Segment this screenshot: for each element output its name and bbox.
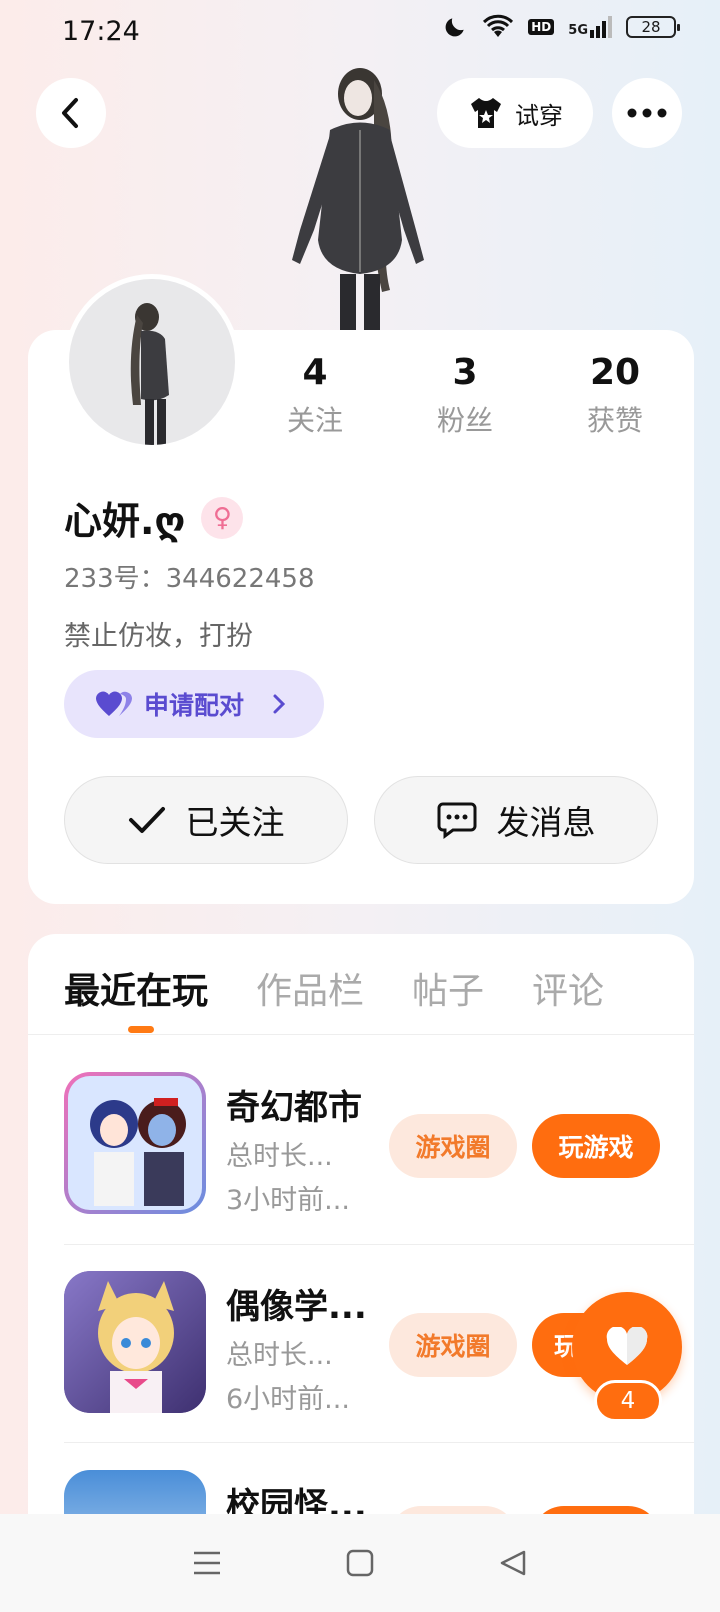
game-circle-button[interactable]: 游戏圈 <box>389 1313 517 1377</box>
tab-indicator <box>128 1026 154 1033</box>
stats-row: 4 关注 3 粉丝 20 获赞 <box>240 352 690 439</box>
heart-icon <box>606 1327 648 1365</box>
tab-works[interactable]: 作品栏 <box>256 962 364 1014</box>
tab-comments[interactable]: 评论 <box>532 962 604 1014</box>
divider <box>64 1442 694 1443</box>
stat-value: 3 <box>452 352 478 393</box>
game-duration: 总时长... <box>226 1340 333 1371</box>
game-icon <box>64 1072 206 1214</box>
avatar-figure <box>130 303 169 445</box>
system-nav-bar <box>0 1514 720 1612</box>
character-illustration <box>292 68 424 332</box>
avatar[interactable] <box>64 274 240 450</box>
game-last-played: 6小时前... <box>226 1384 350 1415</box>
signal-icon: 5G <box>568 16 612 38</box>
chat-bubble-icon <box>437 802 476 839</box>
user-id: 233号：344622458 <box>64 564 315 594</box>
hd-badge: HD <box>528 19 555 35</box>
follow-label: 已关注 <box>185 803 285 842</box>
shirt-icon <box>471 98 501 128</box>
stat-value: 4 <box>302 352 328 393</box>
tab-bar: 最近在玩 作品栏 帖子 评论 <box>64 962 604 1014</box>
status-icons: HD 5G 28 <box>442 14 680 40</box>
battery-icon: 28 <box>626 16 680 38</box>
like-count: 4 <box>594 1380 662 1422</box>
network-type: 5G <box>568 23 588 38</box>
game-last-played: 3小时前... <box>226 1185 350 1216</box>
stat-label: 获赞 <box>586 404 643 437</box>
pair-label: 申请配对 <box>144 691 245 720</box>
divider <box>64 1244 694 1245</box>
stat-followers[interactable]: 3 粉丝 <box>390 352 540 439</box>
game-name: 校园怪... <box>226 1486 367 1514</box>
wifi-icon <box>483 14 514 37</box>
female-icon: ♀ <box>201 496 244 539</box>
game-duration: 总时长... <box>226 1141 333 1172</box>
request-pair-button[interactable]: 申请配对 <box>64 670 324 738</box>
tab-recently-played[interactable]: 最近在玩 <box>64 962 208 1014</box>
game-circle-button[interactable] <box>389 1506 517 1514</box>
back-button[interactable] <box>36 78 106 148</box>
stat-following[interactable]: 4 关注 <box>240 352 390 439</box>
stat-value: 20 <box>589 352 641 393</box>
divider <box>28 1034 694 1035</box>
heart-icon <box>96 691 132 716</box>
more-dots-icon <box>627 108 667 118</box>
bio: 禁止仿妆，打扮 <box>64 621 253 652</box>
game-name: 奇幻都市 <box>226 1088 362 1128</box>
check-icon <box>128 807 165 833</box>
tab-posts[interactable]: 帖子 <box>412 962 484 1014</box>
status-bar: 17:24 HD 5G 28 <box>0 0 720 66</box>
game-row[interactable]: 校园怪... <box>64 1470 694 1514</box>
username: 心妍.ღ <box>64 499 186 543</box>
more-button[interactable] <box>612 78 682 148</box>
try-on-button[interactable]: 试穿 <box>437 78 593 148</box>
back-triangle-icon[interactable] <box>498 1548 528 1578</box>
chevron-right-icon <box>273 694 286 714</box>
username-row: 心妍.ღ ♀ <box>64 490 244 545</box>
game-row[interactable]: 奇幻都市 总时长... 3小时前... 游戏圈 玩游戏 <box>64 1072 694 1232</box>
send-message-button[interactable]: 发消息 <box>374 776 658 864</box>
chevron-left-icon <box>62 98 78 128</box>
moon-icon <box>445 18 464 37</box>
try-on-label: 试穿 <box>515 101 563 130</box>
game-icon <box>64 1470 206 1514</box>
play-game-button[interactable] <box>532 1506 660 1514</box>
message-label: 发消息 <box>496 803 596 842</box>
stat-label: 粉丝 <box>436 404 493 437</box>
menu-icon[interactable] <box>192 1549 222 1577</box>
game-name: 偶像学... <box>226 1287 367 1327</box>
status-time: 17:24 <box>62 16 140 47</box>
game-circle-button[interactable]: 游戏圈 <box>389 1114 517 1178</box>
stat-likes[interactable]: 20 获赞 <box>540 352 690 439</box>
stat-label: 关注 <box>286 404 343 437</box>
followed-button[interactable]: 已关注 <box>64 776 348 864</box>
home-icon[interactable] <box>345 1548 375 1578</box>
game-icon <box>64 1271 206 1413</box>
play-game-button[interactable]: 玩游戏 <box>532 1114 660 1178</box>
